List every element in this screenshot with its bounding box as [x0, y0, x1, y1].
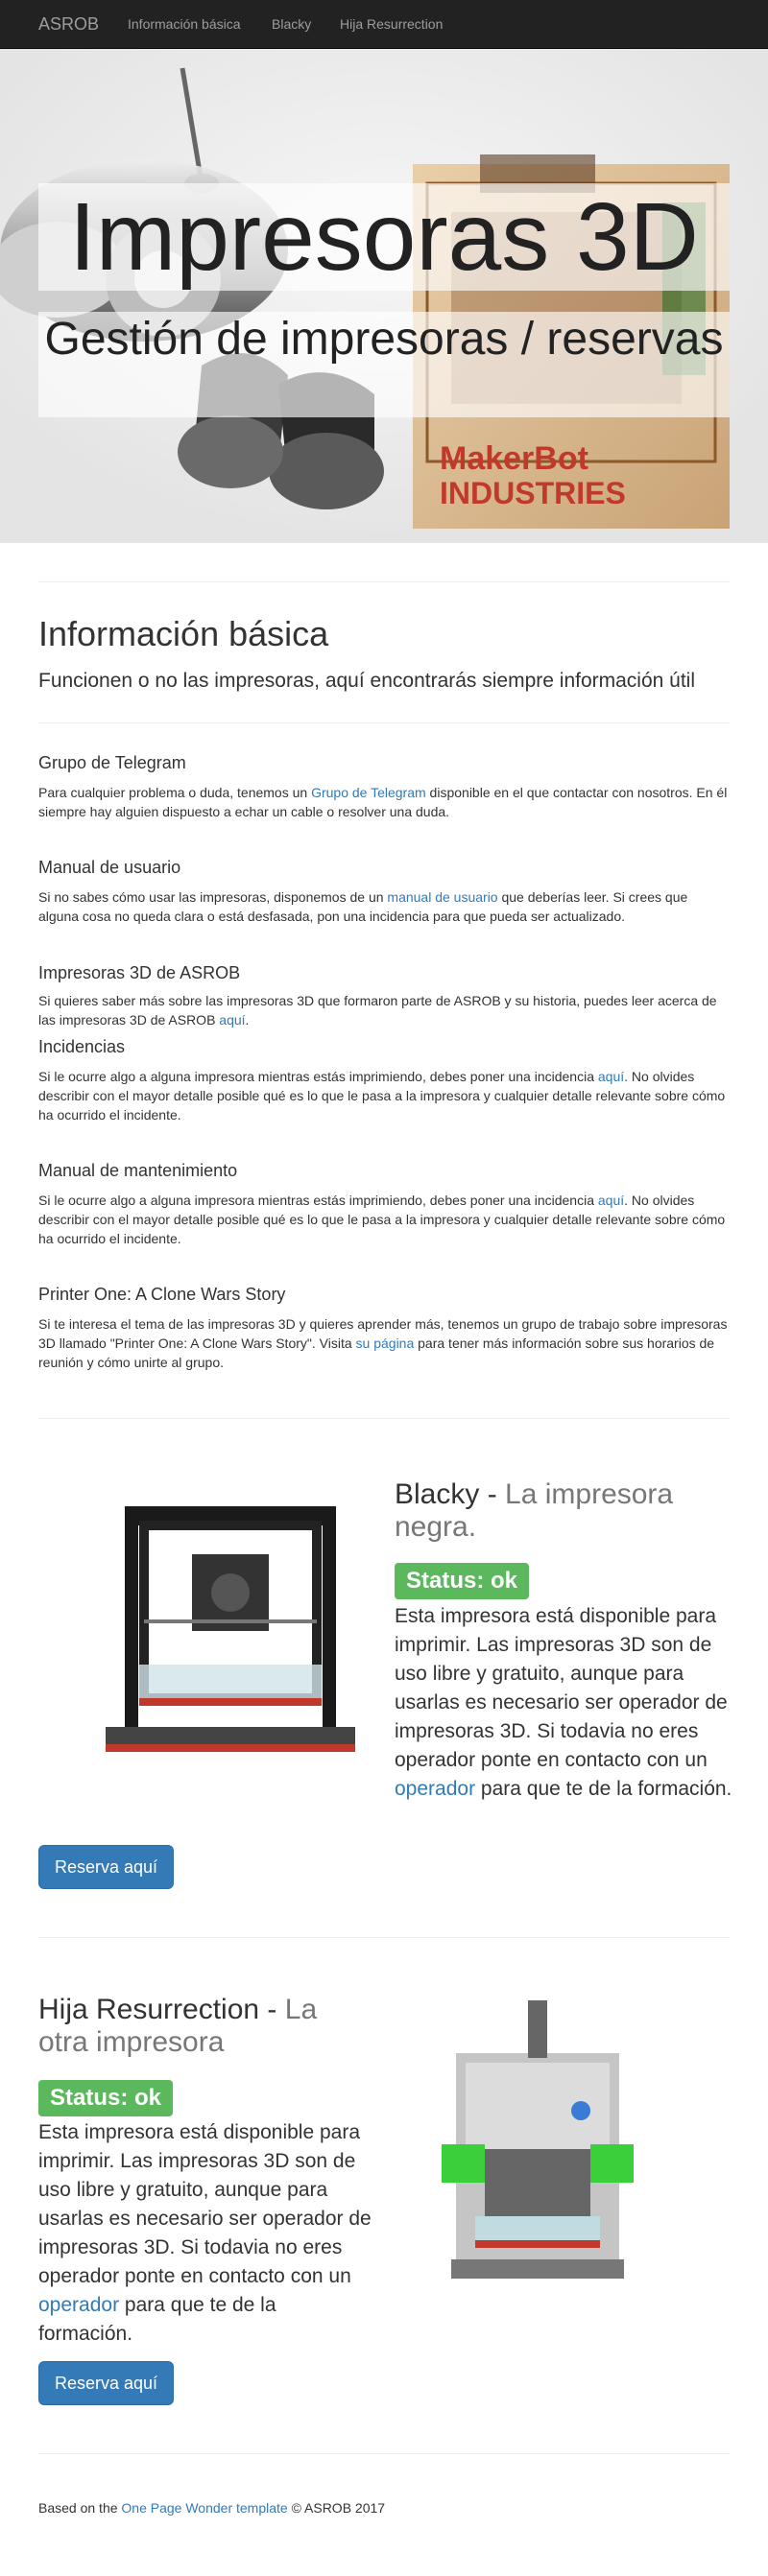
blacky-status-badge: Status: ok — [395, 1563, 530, 1599]
info-title: Información básica — [38, 614, 329, 653]
nav-link-hija-resurrection[interactable]: Hija Resurrection — [340, 0, 443, 48]
hero-subtitle: Gestión de impresoras / reservas — [44, 314, 724, 365]
info-section-text: Si quieres saber más sobre las impresora… — [38, 993, 717, 1028]
info-section-manual-mantenimiento: Manual de mantenimiento Si le ocurre alg… — [38, 1160, 730, 1248]
hija-name: Hija Resurrection — [38, 1994, 260, 2025]
hero-title-box: Impresoras 3D — [38, 183, 730, 291]
info-section-text: Para cualquier problema o duda, tenemos … — [38, 785, 728, 819]
telegram-group-link[interactable]: Grupo de Telegram — [311, 785, 426, 800]
info-section-heading: Manual de usuario — [38, 858, 181, 877]
hija-operador-link[interactable]: operador — [38, 2294, 119, 2316]
info-section-text: Si te interesa el tema de las impresoras… — [38, 1316, 728, 1370]
hija-description: Esta impresora está disponible para impr… — [38, 2121, 372, 2345]
info-section-incidencias: Incidencias Si le ocurre algo a alguna i… — [38, 1036, 730, 1124]
template-credit-link[interactable]: One Page Wonder template — [121, 2500, 287, 2516]
info-section-impresoras-asrob: Impresoras 3D de ASROB Si quieres saber … — [38, 962, 730, 1029]
hija-printer-image — [437, 1996, 638, 2293]
divider — [38, 722, 730, 723]
nav-link-informacion-basica[interactable]: Información básica — [128, 0, 241, 48]
hero-title: Impresoras 3D — [69, 183, 699, 291]
info-section-manual-usuario: Manual de usuario Si no sabes cómo usar … — [38, 857, 730, 926]
info-section-heading: Incidencias — [38, 1037, 126, 1056]
hija-heading: Hija Resurrection - La otra impresora — [38, 1994, 318, 2058]
divider — [38, 2453, 730, 2454]
navbar: ASROB Información básica Blacky Hija Res… — [0, 0, 768, 49]
info-section-heading: Grupo de Telegram — [38, 753, 186, 772]
makerbot-logo-line-1: MakerBot — [440, 440, 588, 477]
info-section-printer-one: Printer One: A Clone Wars Story Si te in… — [38, 1284, 730, 1372]
blacky-operador-link[interactable]: operador — [395, 1778, 475, 1800]
blacky-printer-image — [86, 1497, 374, 1775]
info-section-heading: Printer One: A Clone Wars Story — [38, 1285, 286, 1304]
blacky-name: Blacky — [395, 1478, 480, 1510]
info-section-text: Si no sabes cómo usar las impresoras, di… — [38, 889, 688, 924]
user-manual-link[interactable]: manual de usuario — [387, 889, 497, 905]
maintenance-incident-link[interactable]: aquí — [598, 1193, 624, 1208]
hija-reserve-button[interactable]: Reserva aquí — [38, 2361, 175, 2405]
info-section-text: Si le ocurre algo a alguna impresora mie… — [38, 1069, 726, 1123]
incidents-link[interactable]: aquí — [598, 1069, 624, 1084]
hija-status-badge: Status: ok — [38, 2080, 174, 2116]
navbar-brand[interactable]: ASROB — [38, 0, 99, 48]
blacky-description: Esta impresora está disponible para impr… — [395, 1605, 732, 1800]
blacky-reserve-button[interactable]: Reserva aquí — [38, 1845, 175, 1889]
info-lead: Funcionen o no las impresoras, aquí enco… — [38, 670, 696, 692]
hero-background-image: MakerBot INDUSTRIES — [0, 49, 768, 543]
info-section-heading: Manual de mantenimiento — [38, 1161, 238, 1180]
hero-header: MakerBot INDUSTRIES Impresoras 3D Gestió… — [0, 49, 768, 543]
nav-link-blacky[interactable]: Blacky — [272, 0, 311, 48]
divider — [38, 1418, 730, 1419]
makerbot-logo-line-2: INDUSTRIES — [440, 476, 626, 510]
info-section-text: Si le ocurre algo a alguna impresora mie… — [38, 1193, 726, 1246]
hero-subtitle-box: Gestión de impresoras / reservas — [38, 312, 730, 417]
printer-one-page-link[interactable]: su página — [356, 1335, 415, 1351]
divider — [38, 1937, 730, 1938]
blacky-heading: Blacky - La impresora negra. — [395, 1478, 674, 1543]
asrob-printers-link[interactable]: aquí — [219, 1012, 245, 1028]
info-section-telegram: Grupo de Telegram Para cualquier problem… — [38, 752, 730, 821]
divider — [38, 581, 730, 582]
info-section-heading: Impresoras 3D de ASROB — [38, 963, 241, 982]
footer: Based on the One Page Wonder template © … — [38, 2500, 386, 2516]
